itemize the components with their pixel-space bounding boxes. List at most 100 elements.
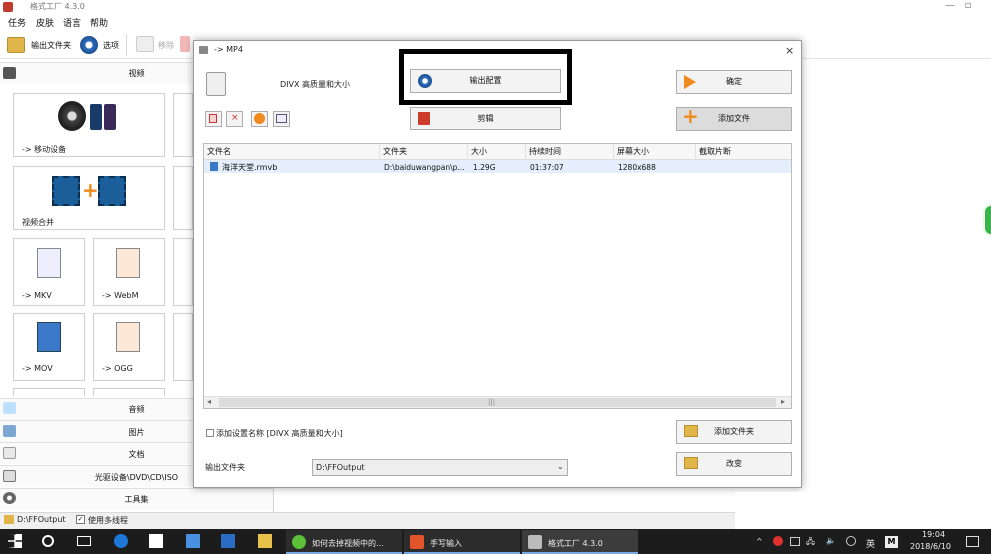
search-icon[interactable] xyxy=(42,535,54,547)
preset-label: DIVX 高质量和大小 xyxy=(280,80,351,89)
tile-partial-2[interactable] xyxy=(173,166,193,230)
clock-date[interactable]: 2018/6/10 xyxy=(910,542,951,551)
add-setting-checkbox[interactable] xyxy=(206,429,214,437)
options-button[interactable]: 选项 xyxy=(103,40,119,51)
menu-help[interactable]: 帮助 xyxy=(90,16,108,29)
webm-file-icon xyxy=(116,248,140,278)
clear-icon[interactable] xyxy=(180,36,190,52)
row-folder: D:\baiduwangpan\p... xyxy=(384,163,465,172)
edge-browser-icon[interactable] xyxy=(114,534,128,548)
video-file-icon xyxy=(210,162,218,171)
maximize-button[interactable]: ▫ xyxy=(958,0,978,13)
network-icon[interactable]: 🖧 xyxy=(806,536,815,550)
tablet-icon xyxy=(104,104,116,130)
format-factory-icon xyxy=(528,535,542,549)
scroll-left-icon[interactable]: ◂ xyxy=(207,397,211,406)
tile-partial-4[interactable] xyxy=(173,313,193,381)
plus-icon: + xyxy=(82,178,99,202)
plus-icon: + xyxy=(682,104,699,128)
tray-app-icon[interactable] xyxy=(773,536,783,546)
file-explorer-icon[interactable] xyxy=(258,534,272,548)
options-icon[interactable] xyxy=(80,36,98,54)
file-remove-icon: × xyxy=(231,113,239,123)
scrollbar-thumb[interactable] xyxy=(219,398,776,407)
edit-button[interactable]: 剪辑 xyxy=(410,107,561,130)
col-duration[interactable]: 持续时间 xyxy=(526,144,614,160)
tile-webm-label: -> WebM xyxy=(102,291,139,300)
app-logo-icon xyxy=(3,2,13,12)
remove-button[interactable]: 移除 xyxy=(158,40,174,51)
change-label: 改变 xyxy=(726,459,742,468)
menu-task[interactable]: 任务 xyxy=(8,16,26,29)
scroll-grip: ||| xyxy=(488,398,496,406)
tile-mobile-label: -> 移动设备 xyxy=(22,145,67,154)
tile-mov-label: -> MOV xyxy=(22,364,53,373)
film-strip-icon xyxy=(52,176,80,206)
col-screen-size[interactable]: 屏幕大小 xyxy=(614,144,696,160)
status-path[interactable]: D:\FFOutput xyxy=(17,515,66,524)
multithread-label: 使用多线程 xyxy=(88,516,128,525)
arrow-right-icon xyxy=(684,75,696,89)
col-folder[interactable]: 文件夹 xyxy=(380,144,468,160)
mov-file-icon xyxy=(37,322,61,352)
browser-icon xyxy=(292,535,306,549)
film-strip-icon xyxy=(98,176,126,206)
ok-label: 确定 xyxy=(726,77,742,86)
tray-app-icon[interactable] xyxy=(790,537,800,546)
category-tools-label: 工具集 xyxy=(124,495,149,504)
table-row[interactable] xyxy=(204,160,791,173)
add-folder-label: 添加文件夹 xyxy=(714,427,754,436)
taskbar-item-label: 格式工厂 4.3.0 xyxy=(548,539,603,548)
minimize-button[interactable]: — xyxy=(940,0,960,13)
clock-time[interactable]: 19:04 xyxy=(922,530,945,539)
tray-app-icon[interactable] xyxy=(846,536,856,546)
tile-partial-6[interactable] xyxy=(93,388,165,396)
ogg-file-icon xyxy=(116,322,140,352)
film-reel-icon xyxy=(58,101,86,131)
file-add-icon xyxy=(209,114,217,123)
chevron-down-icon[interactable]: ⌄ xyxy=(557,462,564,471)
row-duration: 01:37:07 xyxy=(530,163,564,172)
output-config-button[interactable]: 输出配置 xyxy=(410,69,561,93)
taskbar-item-label: 手写输入 xyxy=(430,539,462,548)
preset-video-icon xyxy=(206,72,226,96)
app-icon[interactable] xyxy=(221,534,235,548)
tile-partial-1[interactable] xyxy=(173,93,193,157)
app-icon[interactable] xyxy=(186,534,200,548)
output-config-label: 输出配置 xyxy=(469,76,502,85)
file-table xyxy=(203,143,792,409)
add-setting-label: 添加设置名称 [DIVX 高质量和大小] xyxy=(216,429,343,438)
info-icon xyxy=(276,114,287,123)
volume-icon[interactable]: 🔈 xyxy=(826,536,836,545)
tile-merge-label: 视频合并 xyxy=(22,218,54,227)
col-clip[interactable]: 截取片断 xyxy=(696,144,791,160)
multithread-checkbox[interactable]: ✓ xyxy=(76,515,85,524)
task-view-icon[interactable] xyxy=(77,536,91,546)
row-screen: 1280x688 xyxy=(618,163,656,172)
remove-icon[interactable] xyxy=(136,36,154,52)
folder-icon xyxy=(4,515,14,524)
ime-indicator[interactable]: 英 xyxy=(866,537,875,550)
store-icon[interactable] xyxy=(149,534,163,548)
output-folder-button[interactable]: 输出文件夹 xyxy=(31,40,71,51)
ime-mode[interactable]: M xyxy=(885,536,898,548)
floating-widget-icon[interactable] xyxy=(983,204,991,236)
menu-language[interactable]: 语言 xyxy=(63,16,81,29)
dialog-close-button[interactable]: × xyxy=(785,44,794,57)
folder-icon[interactable] xyxy=(7,37,25,53)
dialog-icon xyxy=(199,46,208,54)
scissors-film-icon xyxy=(418,112,430,125)
menu-skin[interactable]: 皮肤 xyxy=(36,16,54,29)
tile-partial-3[interactable] xyxy=(173,238,193,306)
scroll-right-icon[interactable]: ▸ xyxy=(781,397,785,406)
sogou-icon xyxy=(410,535,424,549)
taskbar-item-label: 如何去掉视频中的... xyxy=(312,539,384,548)
phone-icon xyxy=(90,104,102,130)
output-folder-value: D:\FFOutput xyxy=(316,463,365,472)
chevron-up-icon[interactable]: ^ xyxy=(756,537,763,546)
notification-icon[interactable] xyxy=(966,536,979,547)
dialog-title: -> MP4 xyxy=(214,45,243,54)
col-filename[interactable]: 文件名 xyxy=(204,144,380,160)
tile-partial-5[interactable] xyxy=(13,388,85,396)
col-size[interactable]: 大小 xyxy=(468,144,526,160)
